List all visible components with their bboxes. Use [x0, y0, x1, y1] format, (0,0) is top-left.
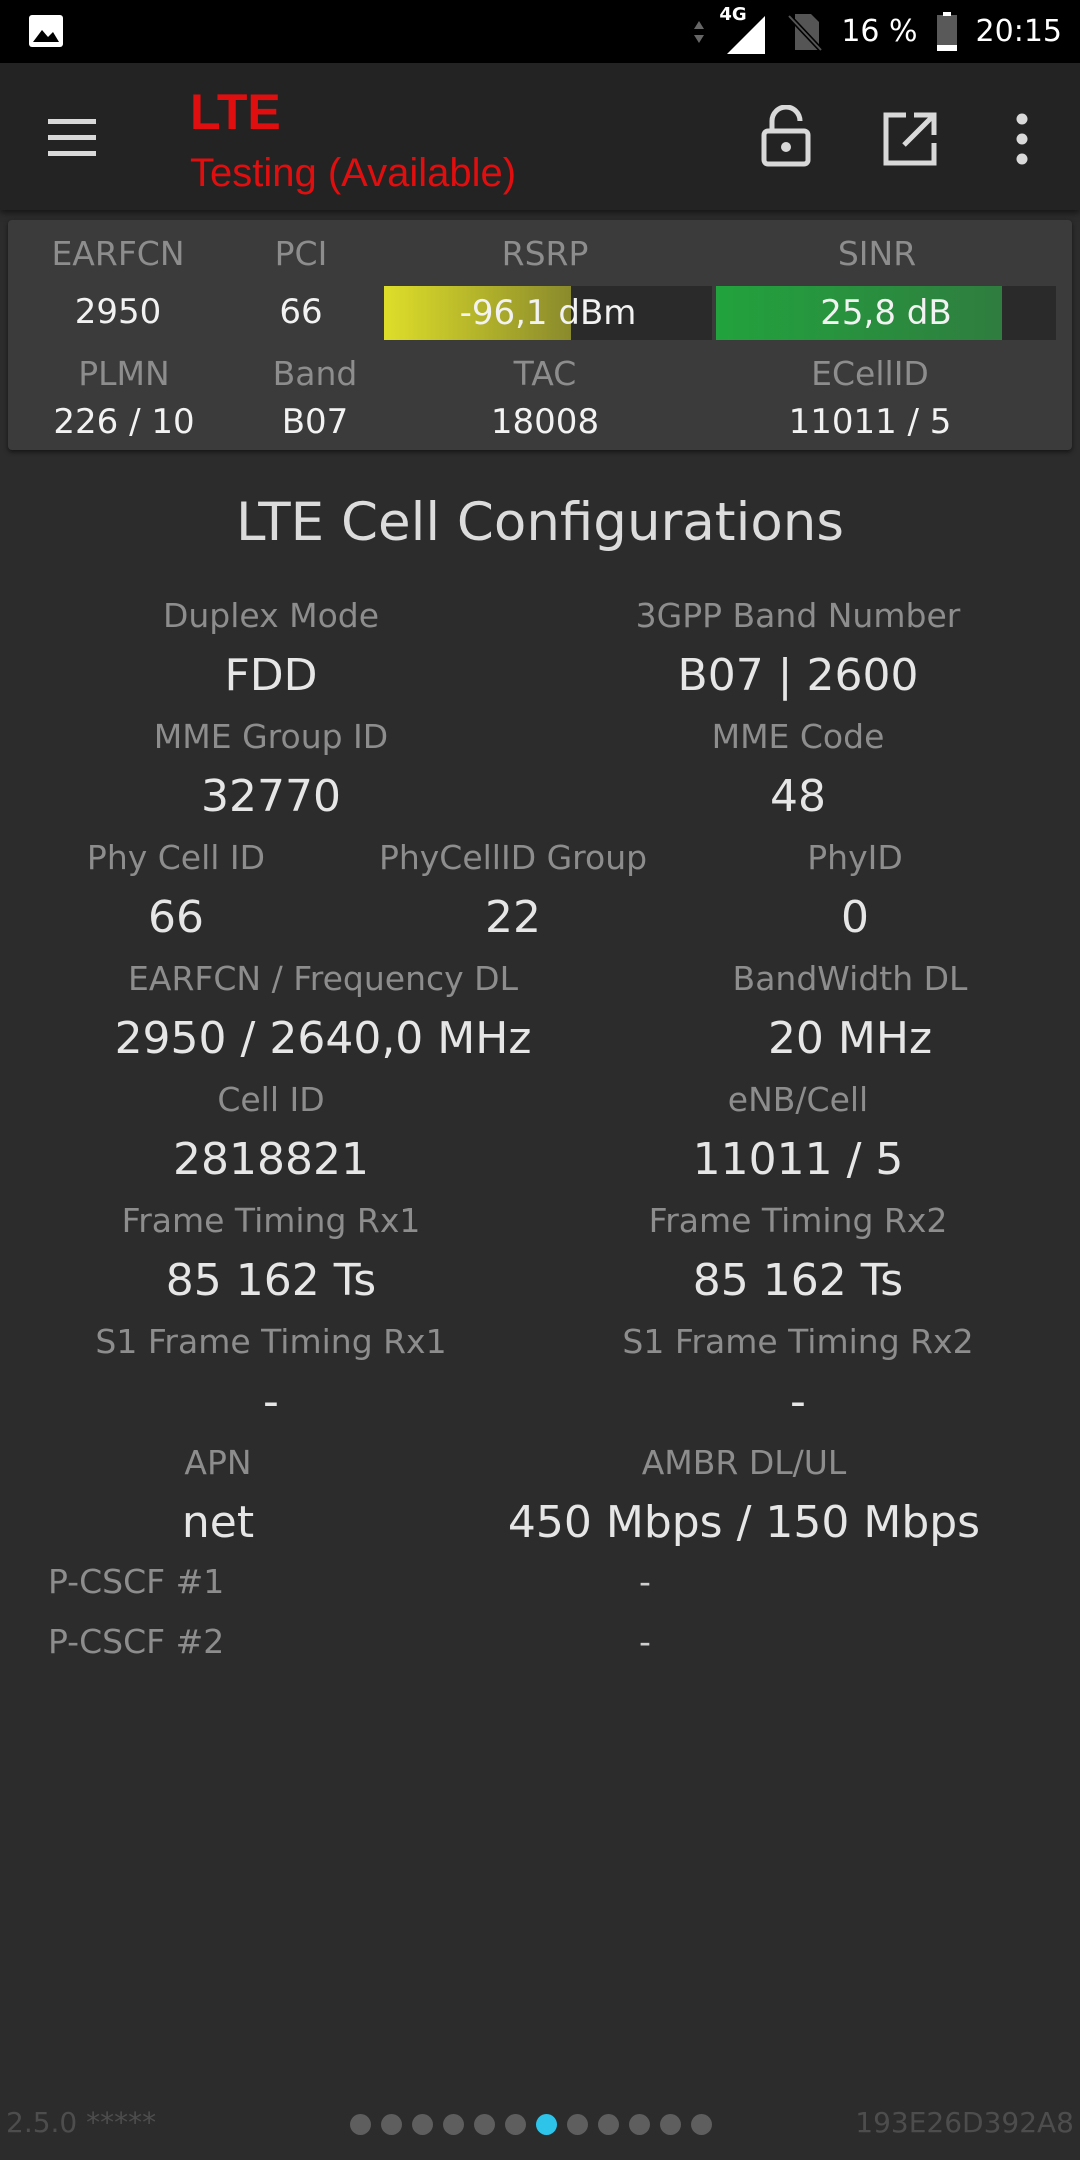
status-bar: 4G 16 % 20:15: [0, 0, 1080, 63]
phy-cell-id-group-value: 22: [485, 892, 541, 943]
plmn-value: 226 / 10: [53, 402, 195, 442]
frame-timing-rx2-label: Frame Timing Rx2: [648, 1201, 948, 1240]
mme-code-value: 48: [770, 771, 826, 822]
earfcn-label: EARFCN: [51, 234, 185, 273]
no-sim-icon: [787, 13, 824, 52]
mme-code-label: MME Code: [711, 717, 885, 756]
pcscf2-label: P-CSCF #2: [48, 1622, 225, 1661]
plmn-label: PLMN: [78, 354, 170, 393]
sinr-bar: 25,8 dB: [716, 286, 1056, 340]
page-dot[interactable]: [567, 2114, 588, 2135]
band-number-label: 3GPP Band Number: [635, 596, 961, 635]
page-dot-active[interactable]: [536, 2114, 557, 2135]
page-dot[interactable]: [598, 2114, 619, 2135]
page-dot[interactable]: [505, 2114, 526, 2135]
cell-id-value: 2818821: [173, 1134, 369, 1185]
s1-frame-timing-rx2-label: S1 Frame Timing Rx2: [622, 1322, 974, 1361]
sinr-value: 25,8 dB: [820, 293, 952, 333]
apn-label: APN: [184, 1443, 252, 1482]
tac-value: 18008: [490, 402, 600, 442]
toolbar-title: LTE: [190, 84, 281, 140]
phy-cell-id-group-label: PhyCellID Group: [378, 838, 648, 877]
pcscf1-label: P-CSCF #1: [48, 1562, 225, 1601]
frame-timing-rx1-label: Frame Timing Rx1: [121, 1201, 421, 1240]
ecellid-label: ECellID: [811, 354, 929, 393]
phy-id-label: PhyID: [807, 838, 903, 877]
more-vert-icon[interactable]: [1010, 113, 1034, 165]
enb-cell-label: eNB/Cell: [727, 1080, 869, 1119]
earfcn-value: 2950: [74, 292, 162, 332]
ecellid-value: 11011 / 5: [788, 402, 952, 442]
toolbar-subtitle: Testing (Available): [190, 151, 517, 195]
sinr-label: SINR: [837, 234, 917, 273]
page-indicator[interactable]: [350, 2114, 712, 2135]
page-dot[interactable]: [691, 2114, 712, 2135]
s1-frame-timing-rx2-value: -: [790, 1376, 806, 1427]
frame-timing-rx2-value: 85 162 Ts: [692, 1255, 904, 1306]
page-dot[interactable]: [412, 2114, 433, 2135]
band-value: B07: [281, 402, 349, 442]
band-label: Band: [272, 354, 358, 393]
lock-open-icon[interactable]: [760, 105, 812, 167]
menu-icon[interactable]: [44, 115, 100, 161]
pcscf2-value: -: [639, 1622, 651, 1661]
page-title: LTE Cell Configurations: [236, 492, 844, 553]
app-toolbar: LTE Testing (Available): [0, 63, 1080, 210]
rsrp-bar: -96,1 dBm: [384, 286, 712, 340]
ambr-value: 450 Mbps / 150 Mbps: [507, 1497, 981, 1548]
mme-group-id-value: 32770: [201, 771, 341, 822]
signal-icon: 4G: [719, 4, 769, 54]
battery-percent: 16 %: [841, 14, 918, 49]
phy-cell-id-label: Phy Cell ID: [86, 838, 266, 877]
frame-timing-rx1-value: 85 162 Ts: [165, 1255, 377, 1306]
signal-summary-panel: EARFCN PCI RSRP SINR 2950 66 -96,1 dBm 2…: [8, 220, 1072, 450]
s1-frame-timing-rx1-value: -: [263, 1376, 279, 1427]
phy-cell-id-value: 66: [148, 892, 204, 943]
device-id: 193E26D392A8: [855, 2106, 1074, 2139]
cell-id-label: Cell ID: [217, 1080, 325, 1119]
rsrp-value: -96,1 dBm: [459, 293, 637, 333]
network-arrows-icon: [694, 20, 705, 43]
tac-label: TAC: [513, 354, 577, 393]
page-dot[interactable]: [660, 2114, 681, 2135]
page-dot[interactable]: [350, 2114, 371, 2135]
phy-id-value: 0: [841, 892, 869, 943]
page-dot[interactable]: [629, 2114, 650, 2135]
open-in-new-icon[interactable]: [882, 111, 938, 167]
pci-label: PCI: [274, 234, 328, 273]
battery-icon: [936, 11, 957, 51]
clock: 20:15: [975, 14, 1062, 49]
s1-frame-timing-rx1-label: S1 Frame Timing Rx1: [95, 1322, 447, 1361]
earfcn-frequency-dl-label: EARFCN / Frequency DL: [128, 959, 518, 998]
bandwidth-dl-label: BandWidth DL: [732, 959, 968, 998]
page-dot[interactable]: [381, 2114, 402, 2135]
app-version: 2.5.0 *****: [6, 2106, 157, 2139]
page-dot[interactable]: [443, 2114, 464, 2135]
apn-value: net: [181, 1497, 255, 1548]
pci-value: 66: [279, 292, 323, 332]
bandwidth-dl-value: 20 MHz: [767, 1013, 933, 1064]
pcscf1-value: -: [639, 1562, 651, 1601]
band-number-value: B07 | 2600: [677, 650, 919, 701]
duplex-mode-label: Duplex Mode: [162, 596, 380, 635]
rsrp-label: RSRP: [501, 234, 589, 273]
gallery-notification-icon: [29, 15, 63, 47]
duplex-mode-value: FDD: [224, 650, 318, 701]
ambr-label: AMBR DL/UL: [641, 1443, 847, 1482]
mme-group-id-label: MME Group ID: [153, 717, 389, 756]
enb-cell-value: 11011 / 5: [692, 1134, 904, 1185]
earfcn-frequency-dl-value: 2950 / 2640,0 MHz: [114, 1013, 532, 1064]
page-dot[interactable]: [474, 2114, 495, 2135]
